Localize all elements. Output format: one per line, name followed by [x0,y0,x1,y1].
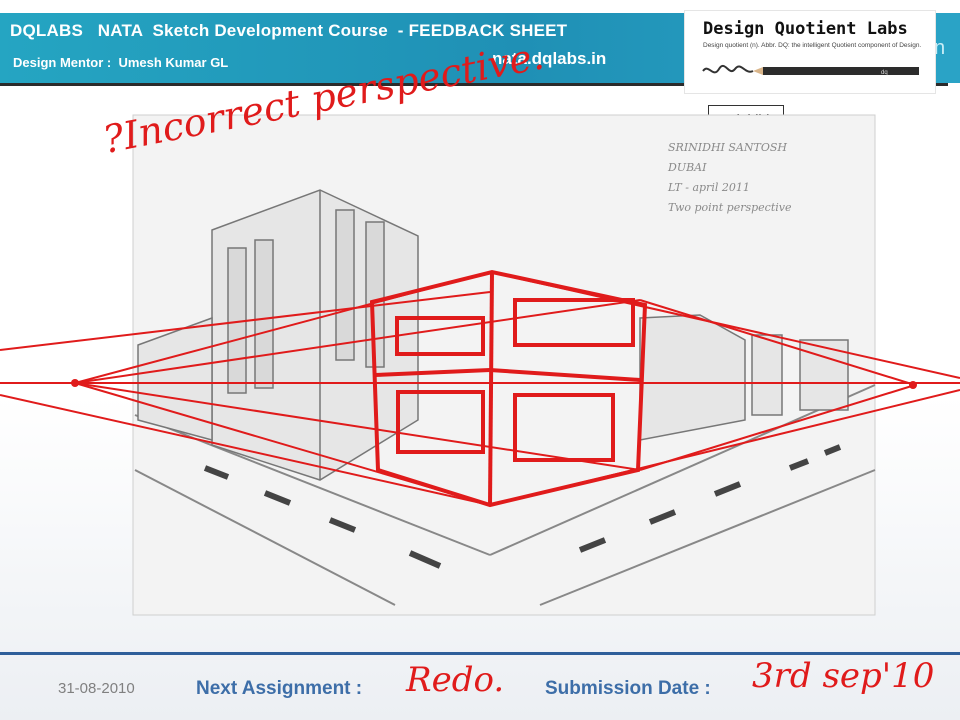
header-tail: n [934,13,960,83]
feedback-date: 31-08-2010 [58,680,135,697]
pencil-mark: dq [881,70,888,76]
header-mentor: Design Mentor : Umesh Kumar GL [13,55,229,70]
student-note: SRINIDHI SANTOSH DUBAI LT - april 2011 T… [668,141,792,214]
sketch-drawing [0,114,960,616]
submission-date-value: 3rd sep'10 [752,656,935,696]
logo: Design Quotient Labs Design quotient (n)… [684,10,936,94]
logo-tagline: Design quotient (n). Abbr. DQ: the intel… [703,42,922,49]
pencil-icon: dq [702,64,919,76]
footer-divider [0,652,960,655]
next-assignment-value: Redo. [406,660,505,700]
next-assignment-label: Next Assignment : [196,678,363,699]
logo-title: Design Quotient Labs [703,19,908,39]
header-title: DQLABS NATA Sketch Development Course - … [10,21,568,40]
submission-date-label: Submission Date : [545,678,711,699]
